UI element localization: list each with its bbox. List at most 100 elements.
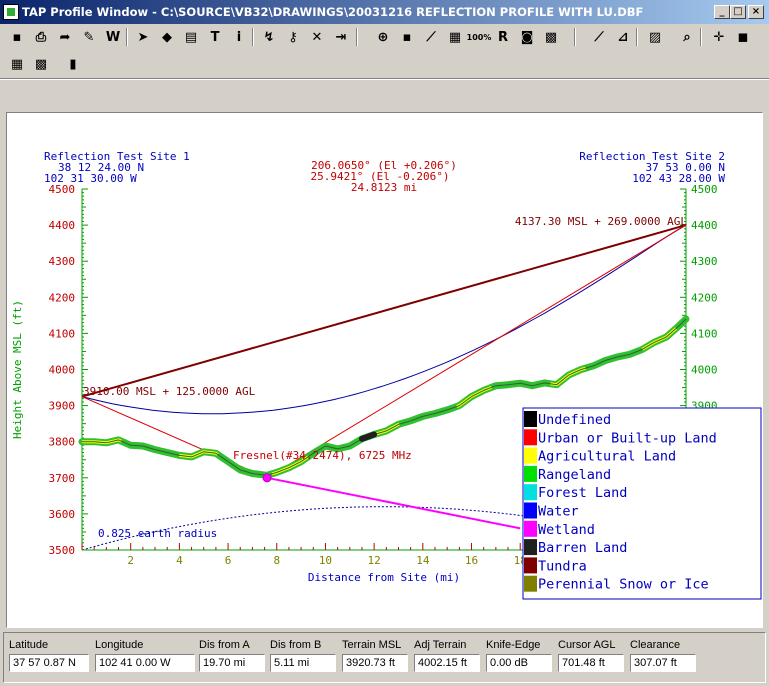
x-axis-label: Distance from Site (mi): [308, 571, 460, 584]
info-icon: i: [236, 29, 242, 45]
measure-button[interactable]: ◆: [156, 26, 178, 48]
x-tick-label: 8: [273, 554, 280, 567]
redo-arrow-button[interactable]: ➦: [54, 26, 76, 48]
zoom-in-icon: ⊕: [377, 29, 389, 45]
word-button[interactable]: W: [102, 26, 124, 48]
exit-button[interactable]: ⇥: [330, 26, 352, 48]
status-label: Latitude: [9, 639, 49, 651]
hatch-button[interactable]: ▨: [644, 26, 666, 48]
legend-label: Water: [538, 504, 579, 520]
status-label: Knife-Edge: [486, 639, 541, 651]
toolbar-separator: [636, 28, 638, 46]
magnifier-button[interactable]: ⌕: [676, 26, 698, 48]
zoom-point-icon: ▪: [402, 29, 412, 45]
toolbar-divider: [0, 78, 769, 80]
crosshair-button[interactable]: ✛: [708, 26, 730, 48]
status-label: Dis from A: [199, 639, 250, 651]
grid-layer-icon: ▩: [544, 29, 558, 45]
legend-swatch: [524, 539, 537, 556]
profile-chart[interactable]: 4500 45004400 44004300 43004200 42004100 4100…: [7, 113, 762, 627]
delete-button[interactable]: ✕: [306, 26, 328, 48]
legend-label: Urban or Built-up Land: [538, 430, 717, 446]
legend-label: Rangeland: [538, 467, 611, 483]
status-field: Latitude 37 57 0.87 N: [9, 639, 89, 672]
save-button[interactable]: ▪: [6, 26, 28, 48]
y-tick-label: 3800: [49, 436, 76, 449]
maximize-button[interactable]: □: [730, 5, 746, 19]
status-value: 102 41 0.00 W: [95, 654, 195, 672]
status-value: 19.70 mi: [199, 654, 265, 672]
terrain-barren-segment: [359, 431, 378, 442]
pointer-icon: ➤: [137, 29, 149, 45]
info-button[interactable]: i: [228, 26, 250, 48]
legend-swatch: [524, 575, 537, 592]
slope-button[interactable]: ⟋: [588, 26, 610, 48]
status-value: 4002.15 ft: [414, 654, 480, 672]
edit-button[interactable]: ✎: [78, 26, 100, 48]
profile-plot-area[interactable]: 4500 4500 4400 4400 4300 4300 4200 4200 4100 4100…: [6, 112, 763, 628]
y-tick-label: 4100: [49, 327, 76, 340]
terrain-button[interactable]: ⊿: [612, 26, 634, 48]
slope-icon: ⟋: [594, 29, 604, 45]
properties-button[interactable]: ▤: [180, 26, 202, 48]
zoom-in-button[interactable]: ⊕: [372, 26, 394, 48]
close-button[interactable]: ×: [748, 5, 764, 19]
fresnel-label: Fresnel(#34.2474), 6725 MHz: [233, 449, 412, 462]
status-label: Longitude: [95, 639, 144, 651]
toolbar-separator: [356, 28, 358, 46]
edit-icon: ✎: [83, 29, 95, 45]
legend-swatch: [524, 465, 537, 482]
brush-button[interactable]: ⟋: [420, 26, 442, 48]
fresnel-line: [266, 476, 521, 530]
percent-button[interactable]: 100%: [466, 26, 492, 48]
legend-swatch: [524, 447, 537, 464]
print-icon: ⎙: [35, 29, 47, 45]
reflection-point-marker: [262, 473, 272, 483]
key-button[interactable]: ⚷: [282, 26, 304, 48]
status-field: Adj Terrain 4002.15 ft: [414, 639, 480, 672]
text-tool-button[interactable]: T: [204, 26, 226, 48]
status-value: 37 57 0.87 N: [9, 654, 89, 672]
x-tick-label: 6: [225, 554, 232, 567]
title-bar: TAP Profile Window - C:\SOURCE\VB32\DRAW…: [0, 0, 769, 24]
ground-button[interactable]: ▦: [444, 26, 466, 48]
reflection-button[interactable]: R: [492, 26, 514, 48]
grid-color-button[interactable]: ▩: [30, 53, 52, 75]
site2-lon: 102 43 28.00 W: [632, 172, 725, 185]
minimize-button[interactable]: _: [714, 5, 730, 19]
secondary-toolbar: ▦ ▩ ▮: [0, 51, 100, 77]
path-button[interactable]: ↯: [258, 26, 280, 48]
fresnel-icon: ◙: [520, 29, 534, 45]
bar-chart-button[interactable]: ▮: [62, 53, 84, 75]
zoom-point-button[interactable]: ▪: [396, 26, 418, 48]
grid-layer-button[interactable]: ▩: [540, 26, 562, 48]
legend-label: Agricultural Land: [538, 449, 676, 465]
legend-swatch: [524, 557, 537, 574]
y-axis-label: Height Above MSL (ft): [11, 300, 24, 439]
status-value: 307.07 ft: [630, 654, 696, 672]
status-field: Clearance 307.07 ft: [630, 639, 696, 672]
grid-yellow-button[interactable]: ▦: [6, 53, 28, 75]
status-field: Knife-Edge 0.00 dB: [486, 639, 552, 672]
reflection-icon: R: [497, 29, 508, 45]
y-tick-label-right: 4200: [691, 291, 718, 304]
status-label: Cursor AGL: [558, 639, 616, 651]
y-tick-label: 3500: [49, 544, 76, 557]
exit-icon: ⇥: [335, 29, 347, 45]
print-button[interactable]: ⎙: [30, 26, 52, 48]
status-label: Terrain MSL: [342, 639, 402, 651]
x-tick-label: 2: [127, 554, 134, 567]
site1-height-label: 3910.00 MSL + 125.0000 AGL: [83, 385, 256, 398]
toolbar-separator: [574, 28, 576, 46]
status-label: Adj Terrain: [414, 639, 467, 651]
save-icon: ▪: [12, 29, 22, 45]
x-tick-label: 14: [416, 554, 430, 567]
path-icon: ↯: [263, 29, 275, 45]
legend-label: Perennial Snow or Ice: [538, 577, 709, 593]
percent-icon: 100%: [466, 32, 492, 42]
pointer-button[interactable]: ➤: [132, 26, 154, 48]
layers-button[interactable]: ◼: [732, 26, 754, 48]
site2-height-label: 4137.30 MSL + 269.0000 AGL: [515, 215, 688, 228]
fresnel-button[interactable]: ◙: [516, 26, 538, 48]
hatch-icon: ▨: [648, 29, 662, 45]
